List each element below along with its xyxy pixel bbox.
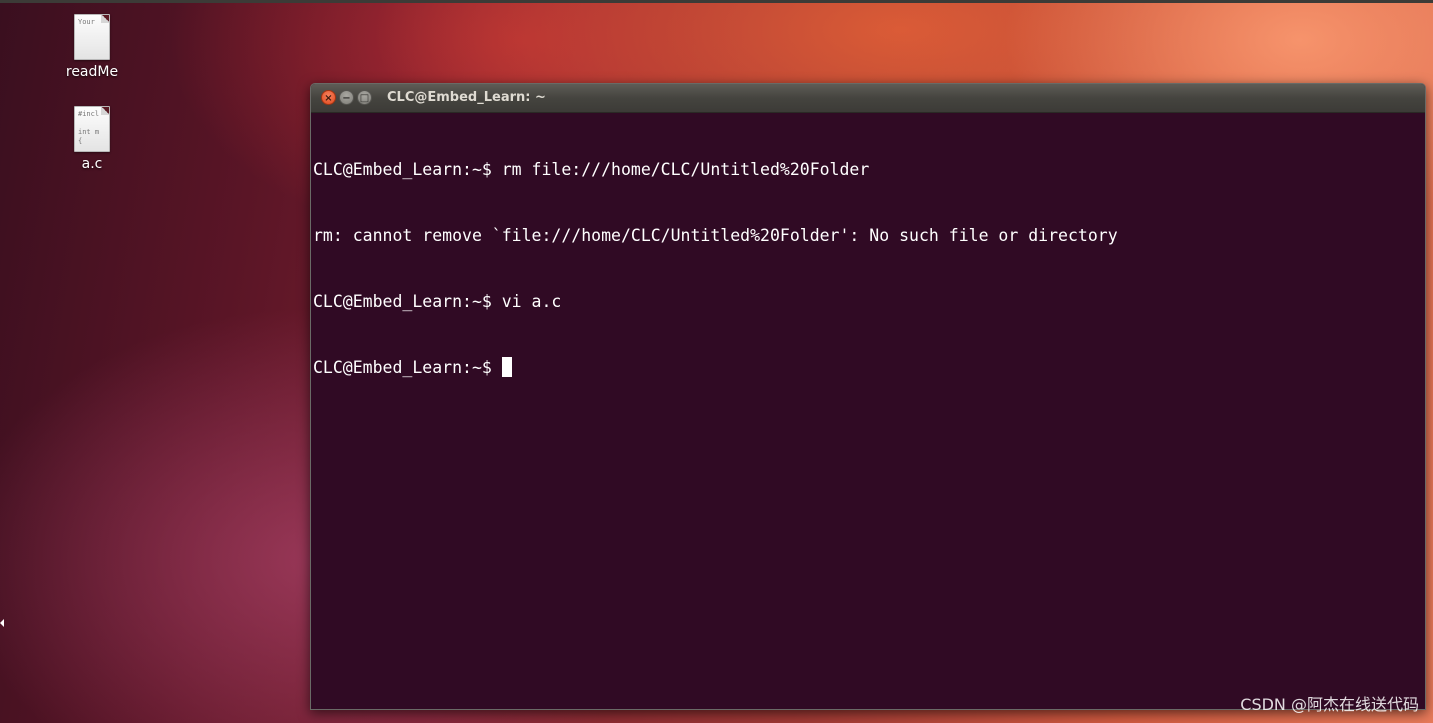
watermark: CSDN @阿杰在线送代码 <box>1240 695 1419 714</box>
terminal-line: rm: cannot remove `file:///home/CLC/Unti… <box>313 226 1118 245</box>
file-preview-text: Your <box>78 18 95 26</box>
terminal-prompt: CLC@Embed_Learn:~$ <box>313 358 492 377</box>
desktop-icon-a-c[interactable]: #incl int m { a.c <box>52 106 132 172</box>
c-source-file-icon: #incl int m { <box>74 106 110 152</box>
terminal-window[interactable]: × − □ CLC@Embed_Learn: ~ CLC@Embed_Learn… <box>310 83 1426 710</box>
terminal-cursor <box>501 357 512 377</box>
desktop: Your readMe #incl int m { a.c × − □ CLC@… <box>0 0 1433 723</box>
maximize-button[interactable]: □ <box>357 90 372 105</box>
text-file-icon: Your <box>74 14 110 60</box>
window-titlebar[interactable]: × − □ CLC@Embed_Learn: ~ <box>311 84 1425 113</box>
terminal-output[interactable]: CLC@Embed_Learn:~$ rm file:///home/CLC/U… <box>311 113 1425 423</box>
top-panel <box>0 0 1433 3</box>
launcher-reveal-arrow-icon[interactable] <box>0 619 4 627</box>
terminal-prompt-line[interactable]: CLC@Embed_Learn:~$ <box>313 357 1425 379</box>
terminal-line: CLC@Embed_Learn:~$ vi a.c <box>313 292 562 311</box>
desktop-icon-readme[interactable]: Your readMe <box>52 14 132 80</box>
file-preview-text: #incl int m { <box>78 110 100 145</box>
window-title: CLC@Embed_Learn: ~ <box>387 90 546 105</box>
minimize-button[interactable]: − <box>339 90 354 105</box>
desktop-icon-label: a.c <box>81 156 103 172</box>
terminal-line: CLC@Embed_Learn:~$ rm file:///home/CLC/U… <box>313 160 870 179</box>
desktop-icon-label: readMe <box>65 64 119 80</box>
close-button[interactable]: × <box>321 90 336 105</box>
